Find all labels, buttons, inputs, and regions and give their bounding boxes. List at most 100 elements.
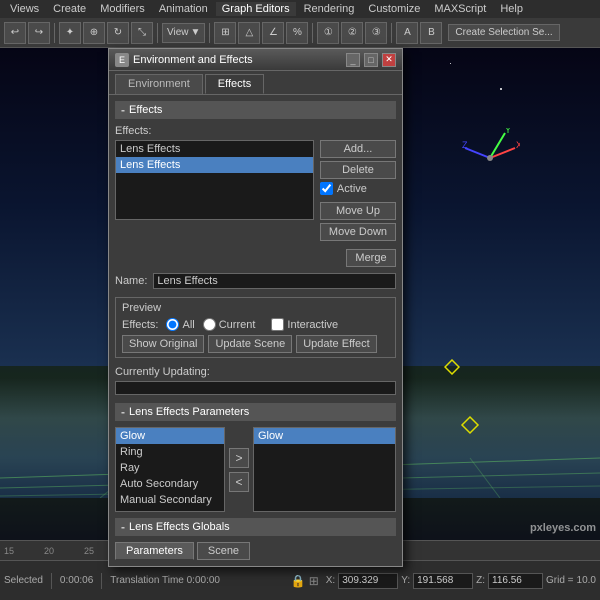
all-radio-label[interactable]: All <box>166 318 194 331</box>
lens-remove-arrow[interactable]: < <box>229 472 249 492</box>
lens-active-item-glow[interactable]: Glow <box>254 428 395 444</box>
toolbar-extra2[interactable]: B <box>420 22 442 44</box>
lens-item-ray[interactable]: Ray <box>116 460 224 476</box>
toolbar-snap[interactable]: △ <box>238 22 260 44</box>
toolbar-undo[interactable]: ↩ <box>4 22 26 44</box>
toolbar-rotate[interactable]: ↻ <box>107 22 129 44</box>
coordinates: 🔒 ⊞ X: Y: Z: Grid = 10.0 <box>291 573 596 589</box>
move-up-button[interactable]: Move Up <box>320 202 396 220</box>
y-input[interactable] <box>413 573 473 589</box>
active-row: Active <box>320 182 396 195</box>
merge-button[interactable]: Merge <box>346 249 396 267</box>
updating-bar <box>115 381 396 395</box>
menu-graph-editors[interactable]: Graph Editors <box>216 2 296 16</box>
name-row: Name: <box>115 273 396 289</box>
effects-listbox[interactable]: Lens Effects Lens Effects <box>115 140 314 220</box>
lens-item-ring[interactable]: Ring <box>116 444 224 460</box>
update-scene-button[interactable]: Update Scene <box>208 335 292 353</box>
toolbar-angle[interactable]: ∠ <box>262 22 284 44</box>
toolbar: ↩ ↪ ✦ ⊕ ↻ ⤡ View ▼ ⊞ △ ∠ % ① ② ③ A B Cre… <box>0 18 600 48</box>
effects-radio-label: Effects: <box>122 319 158 331</box>
dialog-close-button[interactable]: ✕ <box>382 53 396 67</box>
menu-customize[interactable]: Customize <box>362 2 426 16</box>
lens-active-list[interactable]: Glow <box>253 427 396 512</box>
toolbar-move[interactable]: ⊕ <box>83 22 105 44</box>
grid-value: 10.0 <box>577 575 596 586</box>
effects-list-area: Lens Effects Lens Effects Add... Delete … <box>115 140 396 241</box>
menu-create[interactable]: Create <box>47 2 92 16</box>
dialog-icon: E <box>115 53 129 67</box>
globals-tab-parameters[interactable]: Parameters <box>115 542 194 560</box>
time-display: 0:00:06 <box>60 575 93 586</box>
show-original-button[interactable]: Show Original <box>122 335 204 353</box>
current-radio[interactable] <box>203 318 216 331</box>
toolbar-sep2 <box>157 23 158 43</box>
lens-item-auto-secondary[interactable]: Auto Secondary <box>116 476 224 492</box>
menu-views[interactable]: Views <box>4 2 45 16</box>
create-selection-button[interactable]: Create Selection Se... <box>448 24 559 41</box>
effects-label: Effects: <box>115 125 396 137</box>
lens-add-arrow[interactable]: > <box>229 448 249 468</box>
toolbar-scale[interactable]: ⤡ <box>131 22 153 44</box>
selection-diamond <box>460 415 480 438</box>
x-label: X: <box>326 575 335 586</box>
toolbar-redo[interactable]: ↪ <box>28 22 50 44</box>
svg-text:Y: Y <box>505 128 511 135</box>
globals-tabs: Parameters Scene <box>115 542 396 560</box>
toolbar-sep4 <box>312 23 313 43</box>
active-label: Active <box>337 183 367 195</box>
all-radio[interactable] <box>166 318 179 331</box>
update-effect-button[interactable]: Update Effect <box>296 335 376 353</box>
toolbar-render2[interactable]: ② <box>341 22 363 44</box>
menu-maxscript[interactable]: MAXScript <box>428 2 492 16</box>
lens-item-manual-secondary[interactable]: Manual Secondary <box>116 492 224 508</box>
toolbar-select[interactable]: ✦ <box>59 22 81 44</box>
lock-icon: 🔒 <box>291 574 306 588</box>
z-label: Z: <box>476 575 485 586</box>
move-down-button[interactable]: Move Down <box>320 223 396 241</box>
interactive-checkbox[interactable] <box>271 318 284 331</box>
add-button[interactable]: Add... <box>320 140 396 158</box>
status-text: Selected <box>4 575 43 586</box>
lens-effects-list[interactable]: Glow Ring Ray Auto Secondary Manual Seco… <box>115 427 225 512</box>
lens-item-star[interactable]: Star <box>116 508 224 512</box>
dialog-minimize-button[interactable]: _ <box>346 53 360 67</box>
y-label: Y: <box>401 575 410 586</box>
delete-button[interactable]: Delete <box>320 161 396 179</box>
globals-tab-scene[interactable]: Scene <box>197 542 250 560</box>
lens-globals-header: - Lens Effects Globals <box>115 518 396 536</box>
view-dropdown[interactable]: View ▼ <box>162 23 205 43</box>
x-input[interactable] <box>338 573 398 589</box>
menu-animation[interactable]: Animation <box>153 2 214 16</box>
active-checkbox[interactable] <box>320 182 333 195</box>
star3 <box>450 63 451 64</box>
toolbar-render1[interactable]: ① <box>317 22 339 44</box>
snap-icon: ⊞ <box>309 574 319 588</box>
effects-section-header: - Effects <box>115 101 396 119</box>
effects-item-1[interactable]: Lens Effects <box>116 157 313 173</box>
preview-label: Preview <box>122 302 389 314</box>
dialog-maximize-button[interactable]: □ <box>364 53 378 67</box>
menu-bar: Views Create Modifiers Animation Graph E… <box>0 0 600 18</box>
toolbar-render3[interactable]: ③ <box>365 22 387 44</box>
menu-modifiers[interactable]: Modifiers <box>94 2 151 16</box>
lens-item-glow[interactable]: Glow <box>116 428 224 444</box>
interactive-label: Interactive <box>287 319 338 331</box>
dialog-title-bar: E Environment and Effects _ □ ✕ <box>109 49 402 71</box>
effects-item-0[interactable]: Lens Effects <box>116 141 313 157</box>
tab-environment[interactable]: Environment <box>115 74 203 94</box>
effects-list-buttons: Add... Delete Active Move Up Move Down <box>320 140 396 241</box>
menu-rendering[interactable]: Rendering <box>298 2 361 16</box>
menu-help[interactable]: Help <box>494 2 529 16</box>
dialog-title: Environment and Effects <box>133 54 342 66</box>
toolbar-magnet[interactable]: ⊞ <box>214 22 236 44</box>
z-input[interactable] <box>488 573 543 589</box>
tab-effects[interactable]: Effects <box>205 74 264 94</box>
tick-15: 15 <box>4 546 14 556</box>
dialog-content: - Effects Effects: Lens Effects Lens Eff… <box>109 95 402 566</box>
toolbar-extra1[interactable]: A <box>396 22 418 44</box>
current-radio-label[interactable]: Current <box>203 318 256 331</box>
lens-params-header: - Lens Effects Parameters <box>115 403 396 421</box>
name-input[interactable] <box>153 273 396 289</box>
toolbar-percent[interactable]: % <box>286 22 308 44</box>
